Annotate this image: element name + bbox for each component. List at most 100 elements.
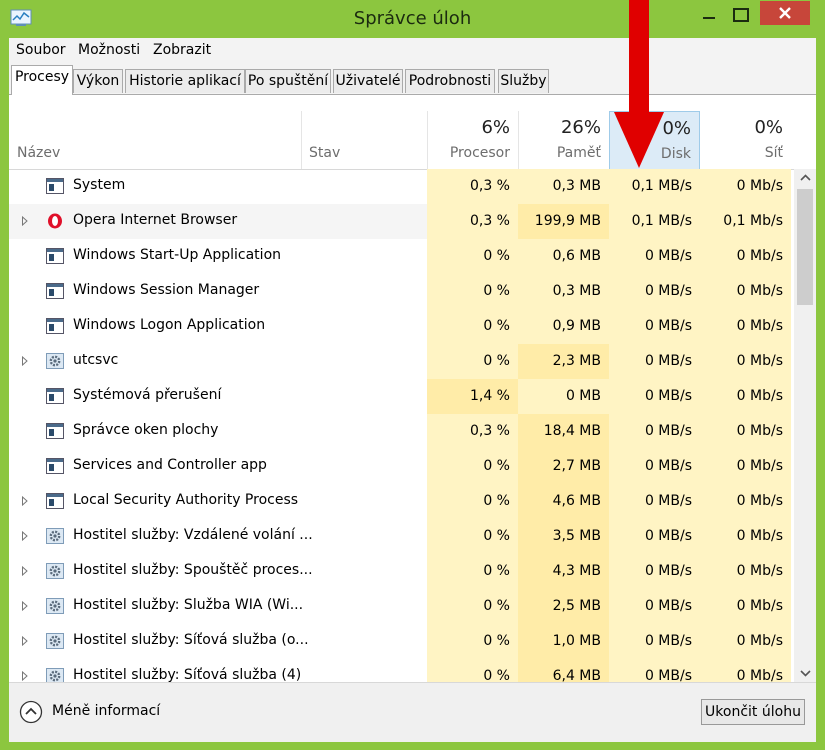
- tab-po-spusteni[interactable]: Po spuštění: [245, 69, 331, 93]
- memory-value: 199,9 MB: [518, 204, 609, 239]
- cpu-value: 0 %: [427, 624, 518, 659]
- process-name: Opera Internet Browser: [73, 212, 238, 228]
- app-window-icon: [46, 283, 64, 299]
- cpu-value: 0 %: [427, 344, 518, 379]
- maximize-button[interactable]: [726, 2, 756, 28]
- fewer-details-link[interactable]: Méně informací: [52, 703, 160, 719]
- cpu-value: 0,3 %: [427, 414, 518, 449]
- process-row[interactable]: Windows Start-Up Application 0 % 0,6 MB 0 M…: [9, 239, 791, 274]
- scroll-thumb[interactable]: [797, 189, 813, 305]
- process-row[interactable]: Systémová přerušení 1,4 % 0 MB 0 MB/s 0 Mb/s: [9, 379, 791, 414]
- scroll-up-button[interactable]: [794, 169, 816, 186]
- app-window-icon: [46, 248, 64, 264]
- network-total: 0%: [754, 117, 783, 138]
- process-row[interactable]: Hostitel služby: Vzdálené volání ... 0 % 3…: [9, 519, 791, 554]
- column-memory[interactable]: 26% Paměť: [518, 111, 609, 169]
- scroll-down-button[interactable]: [794, 665, 816, 682]
- cpu-value: 0 %: [427, 274, 518, 309]
- column-cpu[interactable]: 6% Procesor: [427, 111, 518, 169]
- disk-value: 0,1 MB/s: [609, 204, 700, 239]
- disk-value: 0 MB/s: [609, 554, 700, 589]
- process-row[interactable]: Windows Session Manager 0 % 0,3 MB 0 MB/s 0 …: [9, 274, 791, 309]
- process-name: Services and Controller app: [73, 457, 267, 473]
- title-bar[interactable]: Správce úloh: [0, 0, 825, 38]
- network-value: 0 Mb/s: [700, 589, 791, 624]
- gear-icon: [46, 668, 64, 682]
- expand-arrow-icon[interactable]: [21, 496, 29, 506]
- disk-total: 0%: [662, 118, 691, 139]
- column-network[interactable]: 0% Síť: [700, 111, 791, 169]
- process-row[interactable]: Hostitel služby: Síťová služba (o... 0 % 1…: [9, 624, 791, 659]
- column-status[interactable]: Stav: [301, 111, 427, 169]
- cpu-value: 0 %: [427, 449, 518, 484]
- tab-sluzby[interactable]: Služby: [498, 69, 549, 93]
- memory-label: Paměť: [556, 145, 601, 161]
- minimize-button[interactable]: [694, 2, 724, 28]
- process-row[interactable]: Správce oken plochy 0,3 % 18,4 MB 0 MB/s 0 M…: [9, 414, 791, 449]
- process-row[interactable]: Windows Logon Application 0 % 0,9 MB 0 MB/s…: [9, 309, 791, 344]
- process-row[interactable]: Local Security Authority Process 0 % 4,6 M…: [9, 484, 791, 519]
- disk-label: Disk: [660, 146, 691, 162]
- process-row[interactable]: Hostitel služby: Služba WIA (Wi... 0 % 2,5…: [9, 589, 791, 624]
- expand-arrow-icon[interactable]: [21, 671, 29, 681]
- expand-arrow-icon[interactable]: [21, 636, 29, 646]
- cpu-value: 0 %: [427, 554, 518, 589]
- expand-arrow-icon[interactable]: [21, 531, 29, 541]
- network-value: 0,1 Mb/s: [700, 204, 791, 239]
- memory-value: 4,3 MB: [518, 554, 609, 589]
- menu-soubor[interactable]: Soubor: [16, 42, 66, 58]
- tab-procesy[interactable]: Procesy: [11, 65, 73, 95]
- menu-zobrazit[interactable]: Zobrazit: [153, 42, 211, 58]
- memory-value: 0,3 MB: [518, 274, 609, 309]
- app-window-icon: [46, 388, 64, 404]
- network-value: 0 Mb/s: [700, 624, 791, 659]
- expand-arrow-icon[interactable]: [21, 356, 29, 366]
- memory-value: 2,3 MB: [518, 344, 609, 379]
- memory-value: 0,9 MB: [518, 309, 609, 344]
- tab-vykon[interactable]: Výkon: [73, 69, 123, 93]
- process-row[interactable]: Opera Internet Browser 0,3 % 199,9 MB 0,1 M…: [9, 204, 791, 239]
- tab-uzivatele[interactable]: Uživatelé: [333, 69, 403, 93]
- process-row[interactable]: System 0,3 % 0,3 MB 0,1 MB/s 0 Mb/s: [9, 169, 791, 204]
- process-name: Hostitel služby: Síťová služba (4): [73, 667, 302, 682]
- fewer-details-button[interactable]: [19, 700, 43, 724]
- tab-historie-aplikaci[interactable]: Historie aplikací: [125, 69, 245, 93]
- disk-value: 0 MB/s: [609, 484, 700, 519]
- vertical-scrollbar[interactable]: [794, 169, 816, 682]
- network-value: 0 Mb/s: [700, 169, 791, 204]
- cpu-value: 0,3 %: [427, 169, 518, 204]
- process-row[interactable]: Hostitel služby: Síťová služba (4) 0 % 6,4…: [9, 659, 791, 682]
- app-window-icon: [46, 178, 64, 194]
- network-value: 0 Mb/s: [700, 659, 791, 682]
- network-value: 0 Mb/s: [700, 239, 791, 274]
- process-row[interactable]: Services and Controller app 0 % 2,7 MB 0 MB…: [9, 449, 791, 484]
- expand-arrow-icon[interactable]: [21, 601, 29, 611]
- process-name: Hostitel služby: Služba WIA (Wi...: [73, 597, 304, 613]
- cpu-value: 0,3 %: [427, 204, 518, 239]
- cpu-label: Procesor: [449, 145, 510, 161]
- cpu-value: 0 %: [427, 309, 518, 344]
- app-window-icon: [46, 458, 64, 474]
- expand-arrow-icon[interactable]: [21, 216, 29, 226]
- process-row[interactable]: utcsvc 0 % 2,3 MB 0 MB/s 0 Mb/s: [9, 344, 791, 379]
- cpu-value: 0 %: [427, 659, 518, 682]
- disk-value: 0 MB/s: [609, 589, 700, 624]
- cpu-value: 0 %: [427, 484, 518, 519]
- process-row[interactable]: Hostitel služby: Spouštěč proces... 0 % 4,…: [9, 554, 791, 589]
- app-window-icon: [46, 318, 64, 334]
- tab-podrobnosti[interactable]: Podrobnosti: [405, 69, 495, 93]
- column-name[interactable]: Název: [9, 111, 301, 169]
- disk-value: 0 MB/s: [609, 239, 700, 274]
- disk-value: 0 MB/s: [609, 449, 700, 484]
- memory-value: 18,4 MB: [518, 414, 609, 449]
- process-name: Hostitel služby: Vzdálené volání ...: [73, 527, 313, 543]
- end-task-button[interactable]: Ukončit úlohu: [701, 699, 805, 725]
- disk-value: 0 MB/s: [609, 519, 700, 554]
- expand-arrow-icon[interactable]: [21, 566, 29, 576]
- tab-bar: Procesy Výkon Historie aplikací Po spušt…: [9, 64, 816, 95]
- network-label: Síť: [764, 145, 783, 161]
- memory-value: 1,0 MB: [518, 624, 609, 659]
- close-button[interactable]: [760, 1, 810, 25]
- memory-total: 26%: [560, 117, 601, 138]
- menu-moznosti[interactable]: Možnosti: [78, 42, 140, 58]
